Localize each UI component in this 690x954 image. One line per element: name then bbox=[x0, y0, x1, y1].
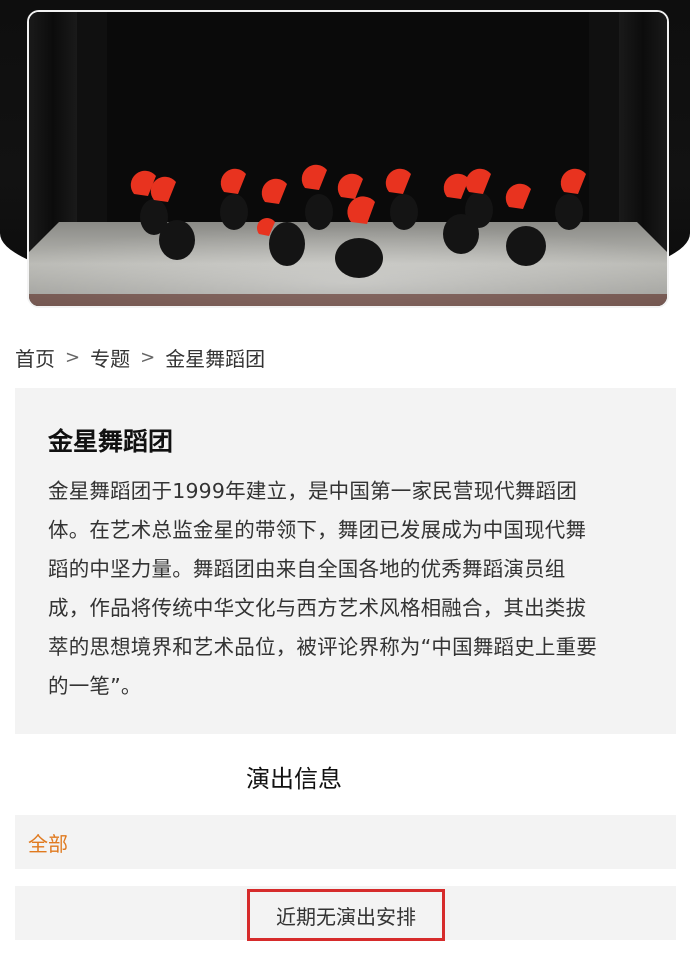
performance-filter-bar: 全部 bbox=[15, 815, 676, 869]
breadcrumb-separator: > bbox=[140, 346, 156, 368]
breadcrumb-current: 金星舞蹈团 bbox=[165, 346, 266, 371]
breadcrumb-separator: > bbox=[65, 346, 81, 368]
breadcrumb: 首页 > 专题 > 金星舞蹈团 bbox=[15, 340, 265, 374]
performance-section-title: 演出信息 bbox=[246, 765, 342, 793]
description-line: 金星舞蹈团于1999年建立，是中国第一家民营现代舞蹈团 bbox=[48, 479, 578, 503]
breadcrumb-topics-link[interactable]: 专题 bbox=[90, 343, 130, 372]
filter-all-tab[interactable]: 全部 bbox=[28, 828, 68, 857]
description-line: 蹈的中坚力量。舞蹈团由来自全国各地的优秀舞蹈演员组 bbox=[48, 557, 566, 581]
intro-card: 金星舞蹈团 金星舞蹈团于1999年建立，是中国第一家民营现代舞蹈团 体。在艺术总… bbox=[15, 388, 676, 734]
troupe-title: 金星舞蹈团 bbox=[48, 427, 174, 456]
description-line: 成，作品将传统中华文化与西方艺术风格相融合，其出类拔 bbox=[48, 596, 587, 620]
troupe-description: 金星舞蹈团于1999年建立，是中国第一家民营现代舞蹈团 体。在艺术总监金星的带领… bbox=[48, 472, 644, 706]
no-performance-message: 近期无演出安排 bbox=[247, 889, 445, 941]
description-line: 体。在艺术总监金星的带领下，舞团已发展成为中国现代舞 bbox=[48, 518, 587, 542]
breadcrumb-home-link[interactable]: 首页 bbox=[15, 343, 55, 372]
description-line: 萃的思想境界和艺术品位，被评论界称为“中国舞蹈史上重要 bbox=[48, 635, 598, 659]
banner-image[interactable] bbox=[27, 10, 669, 308]
stage-photo bbox=[29, 12, 667, 306]
description-line: 的一笔”。 bbox=[48, 674, 142, 698]
